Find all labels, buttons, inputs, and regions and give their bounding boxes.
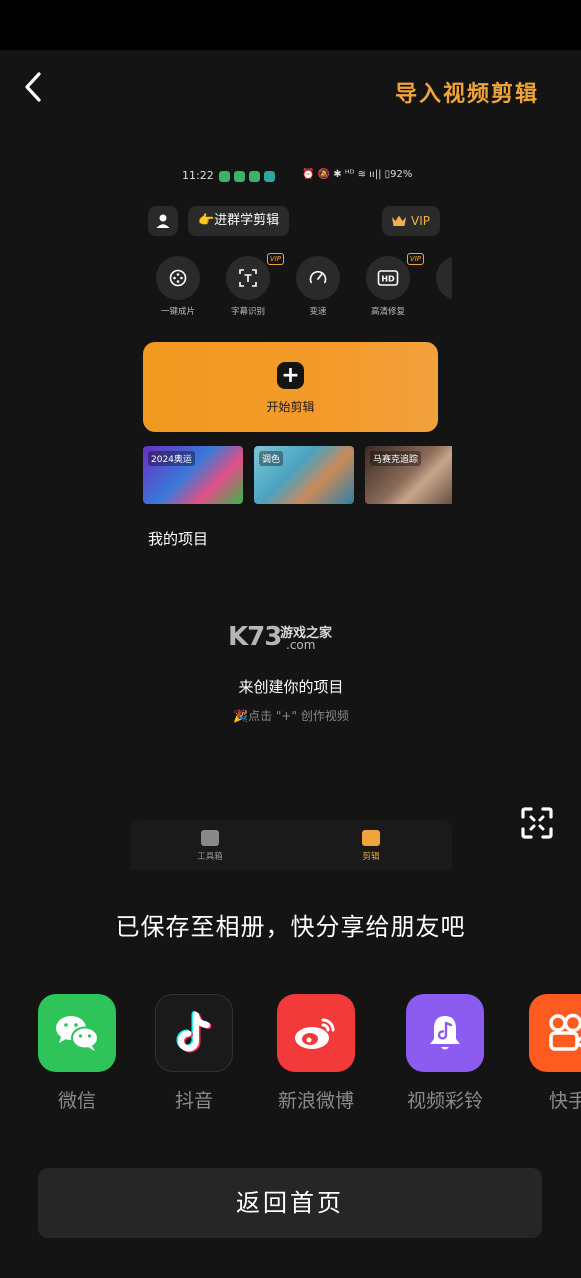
vip-button: VIP (382, 206, 440, 236)
tool-hd-restore: HD VIP 高清修复 (358, 253, 424, 317)
notification-icon (219, 171, 230, 182)
create-project-hint: 🎉点击 "+" 创作视频 (233, 709, 349, 723)
wechat-icon (38, 994, 116, 1072)
share-douyin[interactable]: 抖音 (144, 994, 244, 1113)
crown-icon (392, 215, 406, 226)
watermark-mark: K73 (228, 622, 282, 652)
notification-icon (264, 171, 275, 182)
tab-edit: 剪辑 (331, 830, 411, 862)
vip-label: VIP (411, 214, 430, 228)
k73-watermark-logo: K73 游戏之家 .com (228, 620, 358, 660)
share-video-ringtone[interactable]: 视频彩铃 (395, 994, 495, 1113)
preview-notification-icons (219, 171, 275, 182)
tab-label: 工具箱 (197, 852, 223, 862)
thumbnail-label: 调色 (259, 451, 284, 466)
chevron-left-icon (25, 72, 41, 102)
create-project-text: 来创建你的项目 (238, 678, 344, 696)
start-edit-card: + 开始剪辑 (143, 342, 438, 432)
tool-label: 变速 (309, 307, 327, 317)
template-thumbnail: 调色 (254, 446, 354, 504)
weibo-icon (277, 994, 355, 1072)
share-wechat[interactable]: 微信 (27, 994, 127, 1113)
start-edit-label: 开始剪辑 (266, 400, 315, 414)
tool-subtitle: VIP 字幕识别 (218, 253, 284, 317)
vip-badge: VIP (406, 253, 424, 265)
thumbnail-label: 马赛克追踪 (370, 451, 422, 466)
template-thumbnails: 2024奥运 调色 马赛克追踪 (143, 446, 452, 504)
template-thumbnail: 马赛克追踪 (365, 446, 452, 504)
back-to-home-button[interactable]: 返回首页 (38, 1168, 542, 1238)
preview-status-time: 11:22 (182, 169, 214, 182)
plus-icon: + (277, 362, 304, 389)
speed-icon (309, 270, 327, 284)
notification-icon (249, 171, 260, 182)
share-label: 微信 (57, 1090, 96, 1112)
preview-header: 👉进群学剪辑 VIP (148, 206, 440, 236)
one-click-icon (169, 269, 187, 287)
preview-tools-row: 一键成片 VIP 字幕识别 变速 HD VIP 高清修复 (148, 253, 452, 318)
kuaishou-icon (529, 994, 581, 1072)
preview-status-bar: 11:22 ⏰ 🔕 ✱ ᴴᴰ ≋ ıı|| ▯92% (130, 166, 452, 186)
edit-icon (362, 830, 380, 846)
tool-one-click: 一键成片 (148, 256, 208, 317)
join-group-button: 👉进群学剪辑 (188, 206, 290, 236)
tool-speed: 变速 (288, 256, 348, 317)
hd-icon: HD (377, 270, 399, 286)
toolbox-icon (201, 830, 219, 846)
video-preview[interactable]: 11:22 ⏰ 🔕 ✱ ᴴᴰ ≋ ıı|| ▯92% 👉进群学剪辑 VIP 一键… (130, 158, 452, 870)
avatar (148, 206, 178, 236)
share-label: 快手 (548, 1090, 581, 1112)
ringtone-icon (406, 994, 484, 1072)
user-icon (156, 214, 170, 228)
tab-label: 剪辑 (362, 852, 380, 862)
share-label: 新浪微博 (277, 1090, 354, 1112)
notification-icon (234, 171, 245, 182)
tab-toolbox: 工具箱 (170, 830, 250, 862)
share-screen: 导入视频剪辑 11:22 ⏰ 🔕 ✱ ᴴᴰ ≋ ıı|| ▯92% 👉进群学剪辑 (0, 50, 581, 1278)
share-weibo[interactable]: 新浪微博 (266, 994, 366, 1113)
share-label: 视频彩铃 (406, 1090, 483, 1112)
subtitle-icon (239, 269, 257, 287)
tool-label: 高清修复 (370, 307, 405, 317)
preview-status-indicators: ⏰ 🔕 ✱ ᴴᴰ ≋ ıı|| ▯92% (302, 169, 413, 180)
thumbnail-label: 2024奥运 (148, 451, 195, 466)
my-projects-title: 我的项目 (148, 530, 209, 548)
share-kuaishou[interactable]: 快手 (518, 994, 581, 1113)
vip-badge: VIP (266, 253, 284, 265)
watermark-domain: .com (286, 638, 316, 652)
import-video-edit-button[interactable]: 导入视频剪辑 (395, 76, 539, 108)
tool-label: 一键成片 (160, 307, 195, 317)
douyin-icon (155, 994, 233, 1072)
svg-text:HD: HD (381, 275, 395, 284)
fullscreen-icon (521, 807, 553, 839)
tool-label: 字幕识别 (230, 307, 265, 317)
share-row: 微信 抖音 新浪微博 视频彩铃 快手 (0, 994, 581, 1114)
back-button[interactable] (18, 70, 50, 104)
template-thumbnail: 2024奥运 (143, 446, 243, 504)
tool-more (428, 256, 452, 300)
fullscreen-button[interactable] (520, 806, 554, 840)
share-label: 抖音 (174, 1090, 213, 1112)
preview-tab-bar: 工具箱 剪辑 (130, 820, 452, 870)
saved-message: 已保存至相册，快分享给朋友吧 (115, 913, 466, 941)
